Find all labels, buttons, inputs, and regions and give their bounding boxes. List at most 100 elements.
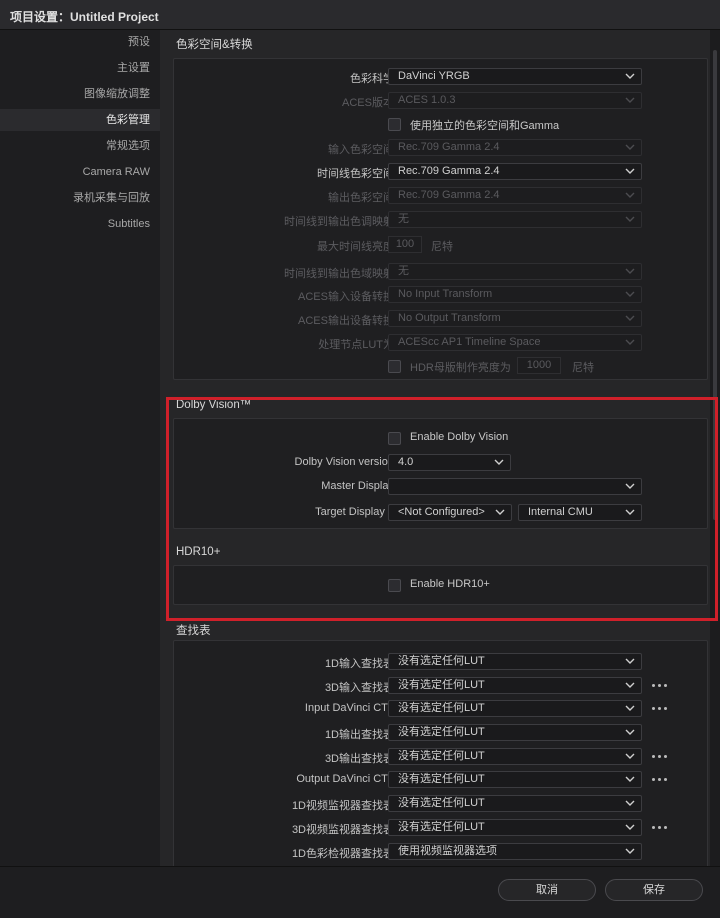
dolby-vision-version-value: 4.0 [398, 456, 414, 468]
chevron-down-icon [625, 289, 635, 299]
title-bar: 项目设置：Untitled Project [0, 0, 720, 30]
input-color-space-value: Rec.709 Gamma 2.4 [398, 141, 500, 153]
hdr10-section-title: HDR10+ [176, 546, 221, 558]
lut-dropdown-1d-scopes[interactable]: 使用视频监视器选项 [388, 843, 642, 860]
lut-value: 没有选定任何LUT [398, 655, 485, 667]
sidebar-item-camera-raw[interactable]: Camera RAW [0, 161, 150, 183]
timeline-color-space-label: 时间线色彩空间 [317, 168, 394, 180]
aces-odt-label: ACES输出设备转换 [298, 315, 394, 327]
aces-idt-dropdown[interactable]: No Input Transform [388, 286, 642, 303]
dolby-vision-version-dropdown[interactable]: 4.0 [388, 454, 511, 471]
color-space-panel: 色彩科学 DaVinci YRGB ACES版本 ACES 1.0.3 使用独立… [173, 58, 708, 380]
gamut-mapping-label: 时间线到输出色域映射 [284, 268, 394, 280]
target-display-dropdown[interactable]: <Not Configured> [388, 504, 512, 521]
separate-gamma-label: 使用独立的色彩空间和Gamma [410, 120, 560, 132]
lut-row-label: 1D输入查找表 [324, 658, 394, 670]
save-button[interactable]: 保存 [605, 879, 703, 901]
node-lut-dropdown[interactable]: ACEScc AP1 Timeline Space [388, 334, 642, 351]
dolby-vision-panel: Enable Dolby Vision Dolby Vision version… [173, 418, 708, 529]
lut-dropdown-output-ctl[interactable]: 没有选定任何LUT [388, 771, 642, 788]
lut-row-label: Input DaVinci CTL [304, 702, 394, 714]
aces-idt-value: No Input Transform [398, 288, 493, 300]
content-scrollbar[interactable] [710, 30, 720, 866]
output-color-space-label: 输出色彩空间 [328, 192, 394, 204]
master-display-dropdown[interactable] [388, 478, 642, 495]
chevron-down-icon [625, 266, 635, 276]
sidebar-item-master-settings[interactable]: 主设置 [0, 57, 150, 79]
more-options-icon[interactable] [652, 773, 668, 785]
hdr-mastering-input[interactable]: 1000 [517, 357, 561, 374]
aces-version-dropdown[interactable]: ACES 1.0.3 [388, 92, 642, 109]
tone-mapping-dropdown[interactable]: 无 [388, 211, 642, 228]
lut-value: 没有选定任何LUT [398, 821, 485, 833]
output-color-space-dropdown[interactable]: Rec.709 Gamma 2.4 [388, 187, 642, 204]
more-options-icon[interactable] [652, 750, 668, 762]
enable-hdr10-label: Enable HDR10+ [410, 578, 490, 590]
lut-dropdown-input-ctl[interactable]: 没有选定任何LUT [388, 700, 642, 717]
lut-value: 没有选定任何LUT [398, 702, 485, 714]
enable-hdr10-checkbox[interactable] [388, 579, 401, 592]
hdr-mastering-checkbox[interactable] [388, 360, 401, 373]
timeline-color-space-dropdown[interactable]: Rec.709 Gamma 2.4 [388, 163, 642, 180]
gamut-mapping-dropdown[interactable]: 无 [388, 263, 642, 280]
sidebar-item-presets[interactable]: 预设 [0, 31, 150, 53]
target-display-value: <Not Configured> [398, 506, 485, 518]
color-science-value: DaVinci YRGB [398, 70, 470, 82]
color-science-label: 色彩科学 [350, 73, 394, 85]
lut-value: 没有选定任何LUT [398, 750, 485, 762]
max-timeline-luminance-label: 最大时间线亮度 [317, 241, 394, 253]
dolby-vision-section-title: Dolby Vision™ [176, 399, 252, 411]
lut-row-label: Output DaVinci CTL [296, 773, 394, 785]
node-lut-label: 处理节点LUT为 [318, 339, 394, 351]
target-display-label: Target Display 1 [315, 506, 394, 518]
enable-dolby-vision-checkbox[interactable] [388, 432, 401, 445]
more-options-icon[interactable] [652, 679, 668, 691]
lut-value: 没有选定任何LUT [398, 679, 485, 691]
chevron-down-icon [625, 798, 635, 808]
sidebar-item-general-options[interactable]: 常规选项 [0, 135, 150, 157]
lut-section-title: 查找表 [176, 625, 211, 637]
lut-row-label: 3D输出查找表 [324, 753, 394, 765]
sidebar-item-color-management[interactable]: 色彩管理 [0, 109, 160, 131]
lut-row-label: 3D输入查找表 [324, 682, 394, 694]
chevron-down-icon [625, 656, 635, 666]
lut-value: 没有选定任何LUT [398, 726, 485, 738]
lut-dropdown-1d-output[interactable]: 没有选定任何LUT [388, 724, 642, 741]
chevron-down-icon [625, 71, 635, 81]
lut-value: 使用视频监视器选项 [398, 845, 497, 857]
max-timeline-luminance-input[interactable]: 100 [388, 236, 422, 253]
more-options-icon[interactable] [652, 821, 668, 833]
lut-dropdown-1d-monitor[interactable]: 没有选定任何LUT [388, 795, 642, 812]
chevron-down-icon [625, 190, 635, 200]
separate-gamma-checkbox[interactable] [388, 118, 401, 131]
target-display-cmu-value: Internal CMU [528, 506, 593, 518]
tone-mapping-value: 无 [398, 213, 409, 225]
aces-version-label: ACES版本 [342, 97, 394, 109]
scrollbar-thumb[interactable] [713, 50, 717, 520]
sidebar-item-subtitles[interactable]: Subtitles [0, 213, 150, 235]
sidebar-item-capture-playback[interactable]: 录机采集与回放 [0, 187, 150, 209]
sidebar-item-image-scaling[interactable]: 图像缩放调整 [0, 83, 150, 105]
aces-odt-dropdown[interactable]: No Output Transform [388, 310, 642, 327]
chevron-down-icon [625, 313, 635, 323]
chevron-down-icon [625, 337, 635, 347]
more-options-icon[interactable] [652, 702, 668, 714]
color-science-dropdown[interactable]: DaVinci YRGB [388, 68, 642, 85]
chevron-down-icon [625, 727, 635, 737]
lut-dropdown-3d-monitor[interactable]: 没有选定任何LUT [388, 819, 642, 836]
lut-dropdown-3d-input[interactable]: 没有选定任何LUT [388, 677, 642, 694]
aces-odt-value: No Output Transform [398, 312, 501, 324]
aces-version-value: ACES 1.0.3 [398, 94, 456, 106]
input-color-space-label: 输入色彩空间 [328, 144, 394, 156]
hdr10-panel: Enable HDR10+ [173, 565, 708, 605]
chevron-down-icon [625, 481, 635, 491]
cancel-button[interactable]: 取消 [498, 879, 596, 901]
timeline-color-space-value: Rec.709 Gamma 2.4 [398, 165, 500, 177]
lut-dropdown-3d-output[interactable]: 没有选定任何LUT [388, 748, 642, 765]
lut-dropdown-1d-input[interactable]: 没有选定任何LUT [388, 653, 642, 670]
target-display-cmu-dropdown[interactable]: Internal CMU [518, 504, 642, 521]
window-title: 项目设置：Untitled Project [10, 10, 159, 24]
sidebar: 预设 主设置 图像缩放调整 色彩管理 常规选项 Camera RAW 录机采集与… [0, 30, 160, 866]
input-color-space-dropdown[interactable]: Rec.709 Gamma 2.4 [388, 139, 642, 156]
dolby-vision-version-label: Dolby Vision version [294, 456, 394, 468]
